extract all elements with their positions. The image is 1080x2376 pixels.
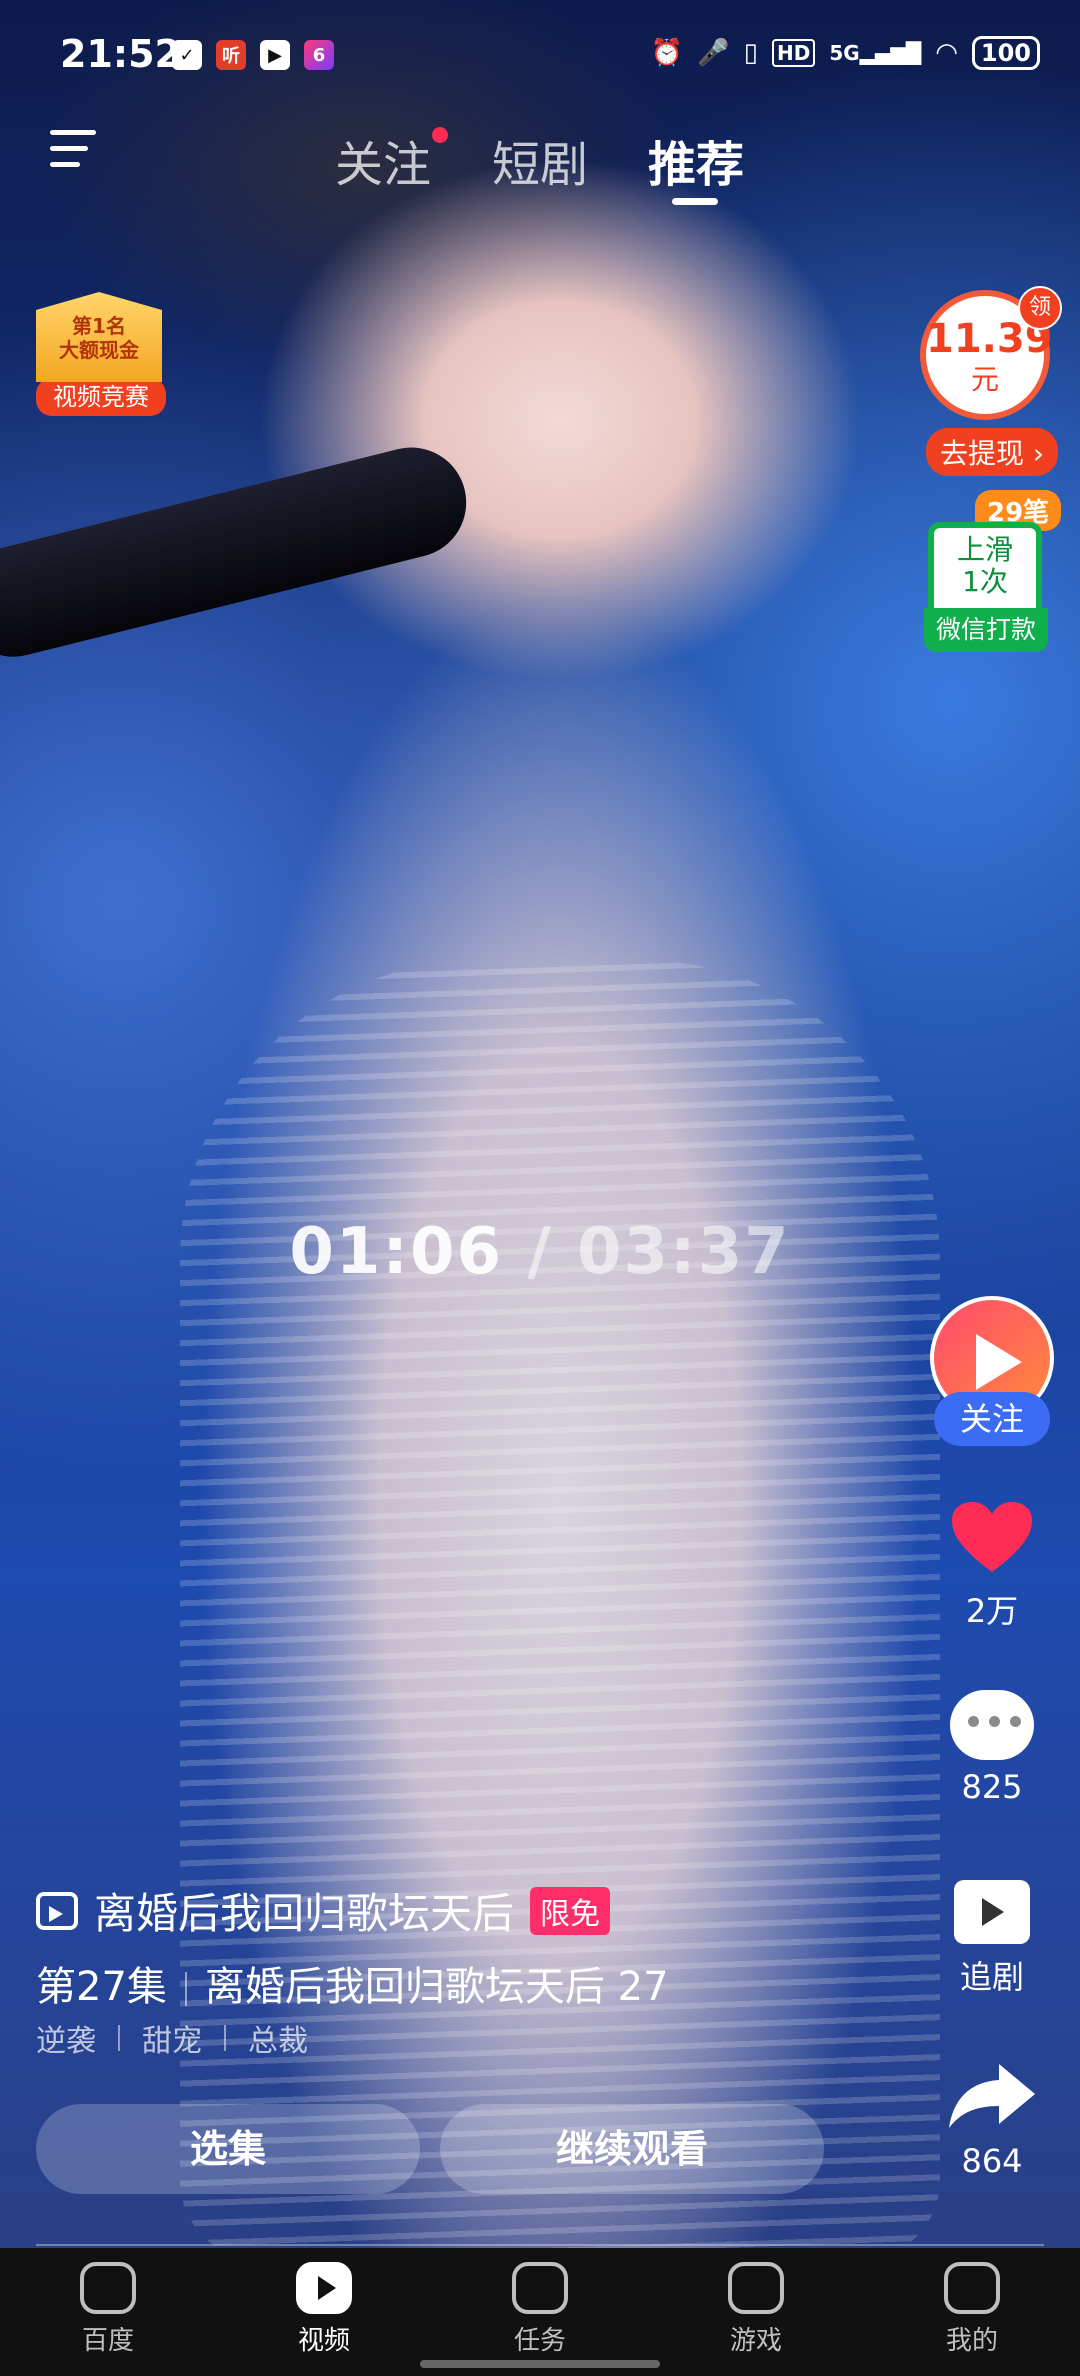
add-drama-icon	[954, 1880, 1030, 1944]
show-title-row[interactable]: 离婚后我回归歌坛天后 限免	[36, 1880, 611, 1941]
cash-unit: 元	[970, 363, 999, 396]
show-title: 离婚后我回归歌坛天后	[94, 1889, 515, 1938]
tab-following[interactable]: 关注	[335, 125, 431, 195]
gamepad-icon	[728, 2262, 784, 2314]
genre-tags: 逆袭 甜宠 总裁	[36, 2016, 308, 2060]
reward-line2: 1次	[962, 565, 1008, 598]
share-arrow-icon	[949, 2064, 1035, 2128]
nav-label: 任务	[513, 2326, 566, 2356]
wifi-icon: ◠	[935, 38, 958, 68]
follow-button[interactable]: 关注	[934, 1392, 1050, 1446]
status-bar: 21:52 ✓ 听 ▶ 6 ⏰ 🎤 ▯ HD 5G▂▄▆█ ◠ 100	[0, 0, 1080, 110]
progress-bar[interactable]	[36, 2244, 1044, 2246]
six-app-icon: 6	[304, 40, 334, 70]
contest-prize: 大额现金	[59, 338, 139, 362]
network-type: 5G	[829, 41, 860, 65]
select-episode-button[interactable]: 选集	[36, 2104, 420, 2194]
comment-icon	[950, 1690, 1034, 1760]
withdraw-label: 去提现	[940, 437, 1025, 470]
top-tab-bar: 关注 短剧 推荐	[0, 125, 1080, 205]
nav-label: 我的	[945, 2326, 998, 2356]
profile-icon	[944, 2262, 1000, 2314]
genre-tag[interactable]: 甜宠	[142, 2016, 202, 2060]
episode-row: 第27集 离婚后我回归歌坛天后 27	[36, 1954, 669, 2012]
playback-time: 01:06 / 03:37	[0, 1215, 1080, 1289]
listen-app-icon: 听	[216, 40, 246, 70]
comment-count: 825	[961, 1768, 1023, 1806]
bottom-nav: 百度 视频 任务 游戏 我的	[0, 2248, 1080, 2376]
claim-badge[interactable]: 领	[1018, 286, 1062, 330]
reward-line1: 上滑	[956, 533, 1013, 566]
tab-short-drama[interactable]: 短剧	[492, 125, 588, 195]
tab-recommended[interactable]: 推荐	[648, 125, 744, 195]
notification-dot	[432, 127, 448, 143]
active-tab-indicator	[672, 198, 718, 205]
continue-watching-button[interactable]: 继续观看	[440, 2104, 824, 2194]
nav-task[interactable]: 任务	[432, 2248, 648, 2376]
episode-number: 第27集	[36, 1964, 167, 2010]
task-icon	[512, 2262, 568, 2314]
total-time: 03:37	[576, 1215, 791, 1289]
like-button[interactable]: 2万	[930, 1500, 1054, 1632]
microphone-graphic	[0, 435, 478, 669]
signal-5g-icon: 5G▂▄▆█	[829, 41, 922, 65]
free-badge: 限免	[530, 1886, 611, 1935]
nav-label: 游戏	[729, 2326, 782, 2356]
contest-rank: 第1名	[72, 314, 126, 338]
status-time: 21:52	[60, 32, 181, 76]
video-app-icon: ▶	[260, 40, 290, 70]
genre-tag[interactable]: 总裁	[248, 2016, 308, 2060]
contest-label: 视频竞赛	[36, 378, 166, 416]
share-button[interactable]: 864	[930, 2060, 1054, 2180]
contest-badge[interactable]: 第1名 大额现金 视频竞赛	[36, 292, 166, 416]
nav-profile[interactable]: 我的	[864, 2248, 1080, 2376]
video-icon	[296, 2262, 352, 2314]
drama-icon	[36, 1891, 78, 1930]
system-icons: ⏰ 🎤 ▯ HD 5G▂▄▆█ ◠ 100	[651, 36, 1040, 70]
check-icon: ✓	[172, 40, 202, 70]
comment-button[interactable]: 825	[930, 1690, 1054, 1806]
share-count: 864	[961, 2142, 1023, 2180]
heart-icon	[952, 1502, 1032, 1572]
wechat-pay-label[interactable]: 微信打款	[924, 608, 1048, 652]
like-count: 2万	[965, 1592, 1019, 1630]
smile-icon	[80, 2262, 136, 2314]
battery-icon: 100	[971, 36, 1040, 70]
genre-tag[interactable]: 逆袭	[36, 2016, 96, 2060]
notification-icons: ✓ 听 ▶ 6	[172, 40, 334, 70]
nav-label: 百度	[81, 2326, 134, 2356]
time-separator: /	[527, 1215, 553, 1289]
follow-drama-label: 追剧	[959, 1958, 1024, 1996]
home-indicator[interactable]	[420, 2360, 660, 2368]
nav-game[interactable]: 游戏	[648, 2248, 864, 2376]
alarm-icon: ⏰	[650, 38, 684, 68]
current-time: 01:06	[289, 1215, 504, 1289]
follow-drama-button[interactable]: 追剧	[930, 1880, 1054, 1998]
contest-shield: 第1名 大额现金	[36, 292, 162, 382]
hd-icon: HD	[771, 39, 816, 67]
withdraw-button[interactable]: 去提现 ›	[926, 428, 1059, 476]
nav-baidu[interactable]: 百度	[0, 2248, 216, 2376]
nav-video[interactable]: 视频	[216, 2248, 432, 2376]
episode-title: 离婚后我回归歌坛天后 27	[204, 1964, 669, 2010]
mic-icon: 🎤	[697, 38, 730, 68]
nav-label: 视频	[297, 2326, 350, 2356]
vibrate-icon: ▯	[743, 38, 758, 68]
